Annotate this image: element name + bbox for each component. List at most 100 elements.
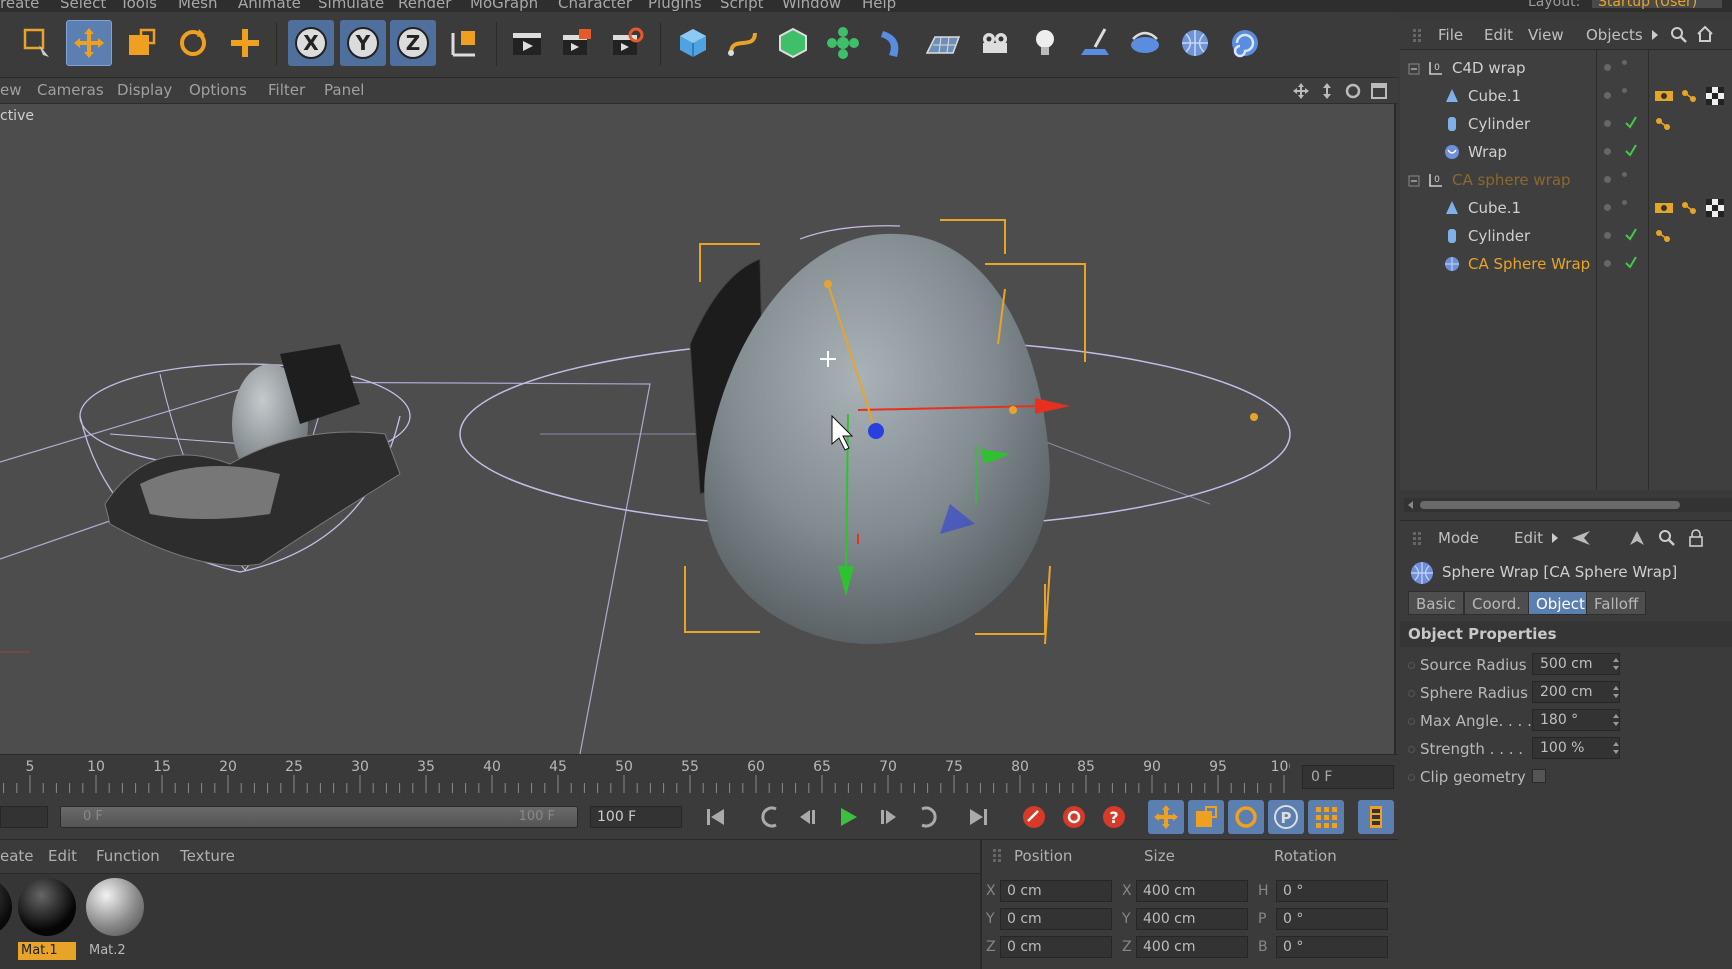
material-manager[interactable]: Mat.1 Mat.2 <box>0 874 980 969</box>
enabled-checkmark-icon[interactable] <box>1624 226 1638 246</box>
render-picture-viewer-icon[interactable] <box>554 20 600 66</box>
c4d-wrap-object[interactable] <box>79 344 411 573</box>
phong-tag-icon[interactable] <box>1680 88 1700 108</box>
move-tool-icon[interactable] <box>66 20 112 66</box>
viewport-menu-panel[interactable]: Panel <box>324 81 364 99</box>
animation-key-dot[interactable] <box>1408 662 1415 669</box>
object-manager-tree[interactable]: 0 C4D wrap Cube.1 Cylinder Wrap 0 CA sph… <box>1400 50 1732 490</box>
scroll-left-arrow-icon[interactable] <box>1406 500 1416 510</box>
spinner-arrows-icon[interactable] <box>1612 741 1620 759</box>
scale-tool-icon[interactable] <box>118 20 164 66</box>
enabled-checkmark-icon[interactable] <box>1624 142 1638 162</box>
spinner-arrows-icon[interactable] <box>1612 685 1620 703</box>
enabled-checkmark-icon[interactable] <box>1624 114 1638 134</box>
go-to-start-icon[interactable] <box>698 800 734 834</box>
swirl-effector-icon[interactable] <box>1222 20 1268 66</box>
sculpt-brush-icon[interactable] <box>1072 20 1118 66</box>
menu-animate[interactable]: Animate <box>238 0 301 12</box>
zoom-view-icon[interactable] <box>1318 82 1336 100</box>
search-icon[interactable] <box>1658 529 1676 551</box>
range-start-field[interactable] <box>0 806 48 828</box>
om-menu-edit[interactable]: Edit <box>1484 26 1513 44</box>
max-angle-field[interactable]: 180 ° <box>1532 709 1620 731</box>
search-icon[interactable] <box>1670 26 1688 48</box>
scrollbar-thumb[interactable] <box>1420 501 1680 509</box>
phong-tag-icon[interactable] <box>1680 200 1700 220</box>
lock-icon[interactable] <box>1688 529 1704 551</box>
texture-tag-icon[interactable] <box>1654 200 1674 220</box>
viewport-scene[interactable] <box>0 104 1396 754</box>
material-menu-create[interactable]: eate <box>0 847 34 865</box>
object-row-cylinder[interactable]: Cylinder <box>1400 110 1732 138</box>
menu-overflow-arrow-icon[interactable] <box>1650 28 1660 46</box>
key-point-level-icon[interactable] <box>1308 800 1344 834</box>
record-active-objects-icon[interactable] <box>1016 800 1052 834</box>
object-manager-scrollbar[interactable] <box>1404 498 1732 512</box>
rotate-tool-icon[interactable] <box>170 20 216 66</box>
timeline-ruler[interactable]: 5 10 15 20 25 30 35 40 45 50 55 60 65 70 75 80 85 90 95 10 0… <box>0 754 1398 794</box>
deformer-bend-icon[interactable] <box>870 20 916 66</box>
texture-tag-icon[interactable] <box>1654 88 1674 108</box>
material-menu-texture[interactable]: Texture <box>180 847 235 865</box>
pan-view-icon[interactable] <box>1292 82 1310 100</box>
collapse-toggle-icon[interactable] <box>1408 61 1420 79</box>
rotation-p-field[interactable]: 0 ° <box>1276 908 1388 930</box>
key-rotation-icon[interactable] <box>1228 800 1264 834</box>
tab-object[interactable]: Object <box>1528 591 1593 615</box>
key-position-icon[interactable] <box>1148 800 1184 834</box>
add-object-icon[interactable] <box>222 20 268 66</box>
menu-tools[interactable]: Tools <box>120 0 157 12</box>
tab-coord[interactable]: Coord. <box>1464 591 1530 615</box>
3d-viewport[interactable]: ctive <box>0 104 1396 754</box>
menu-script[interactable]: Script <box>720 0 764 12</box>
viewport-menu-options[interactable]: Options <box>189 81 247 99</box>
phong-tag-icon[interactable] <box>1654 228 1674 248</box>
live-selection-tool-icon[interactable] <box>14 20 60 66</box>
menu-select[interactable]: Select <box>60 0 106 12</box>
position-z-field[interactable]: 0 cm <box>1000 936 1112 958</box>
material-mat2[interactable]: Mat.2 <box>84 878 146 960</box>
menu-window[interactable]: Window <box>782 0 841 12</box>
animation-key-dot[interactable] <box>1408 690 1415 697</box>
current-frame-field[interactable]: 0 F <box>1302 765 1394 789</box>
x-axis-lock-icon[interactable]: X <box>288 20 334 66</box>
render-visibility-dot[interactable] <box>1622 172 1627 177</box>
source-radius-field[interactable]: 500 cm <box>1532 653 1620 675</box>
menu-overflow-arrow-icon[interactable] <box>1550 531 1560 549</box>
size-z-field[interactable]: 400 cm <box>1136 936 1248 958</box>
editor-visibility-dot[interactable] <box>1604 176 1611 183</box>
menu-character[interactable]: Character <box>558 0 632 12</box>
z-axis-lock-icon[interactable]: Z <box>390 20 436 66</box>
editor-visibility-dot[interactable] <box>1604 120 1611 127</box>
tab-basic[interactable]: Basic <box>1408 591 1464 615</box>
menu-simulate[interactable]: Simulate <box>318 0 384 12</box>
menu-plugins[interactable]: Plugins <box>648 0 702 12</box>
object-row-c4d-wrap[interactable]: 0 C4D wrap <box>1400 54 1732 82</box>
render-view-icon[interactable] <box>504 20 550 66</box>
rotation-b-field[interactable]: 0 ° <box>1276 936 1388 958</box>
end-frame-field[interactable]: 100 F <box>590 806 682 828</box>
render-visibility-dot[interactable] <box>1622 60 1627 65</box>
floor-environment-icon[interactable] <box>920 20 966 66</box>
position-x-field[interactable]: 0 cm <box>1000 880 1112 902</box>
material-mat1[interactable]: Mat.1 <box>16 878 78 960</box>
menu-create[interactable]: reate <box>0 0 39 12</box>
viewport-menu-display[interactable]: Display <box>117 81 172 99</box>
spinner-arrows-icon[interactable] <box>1612 657 1620 675</box>
om-menu-objects[interactable]: Objects <box>1586 26 1643 44</box>
maximize-view-icon[interactable] <box>1370 82 1388 100</box>
object-row-cylinder[interactable]: Cylinder <box>1400 222 1732 250</box>
go-to-next-frame-icon[interactable] <box>870 800 906 834</box>
sphere-radius-field[interactable]: 200 cm <box>1532 681 1620 703</box>
subdivision-surface-icon[interactable] <box>770 20 816 66</box>
preview-range-slider[interactable]: 0 F 100 F <box>60 806 578 828</box>
back-arrow-icon[interactable] <box>1570 529 1592 551</box>
editor-visibility-dot[interactable] <box>1604 64 1611 71</box>
cube-primitive-icon[interactable] <box>670 20 716 66</box>
collapse-toggle-icon[interactable] <box>1408 173 1420 191</box>
object-row-wrap[interactable]: Wrap <box>1400 138 1732 166</box>
render-settings-icon[interactable] <box>604 20 650 66</box>
editor-visibility-dot[interactable] <box>1604 148 1611 155</box>
sphere-material-icon[interactable] <box>1172 20 1218 66</box>
editor-visibility-dot[interactable] <box>1604 92 1611 99</box>
